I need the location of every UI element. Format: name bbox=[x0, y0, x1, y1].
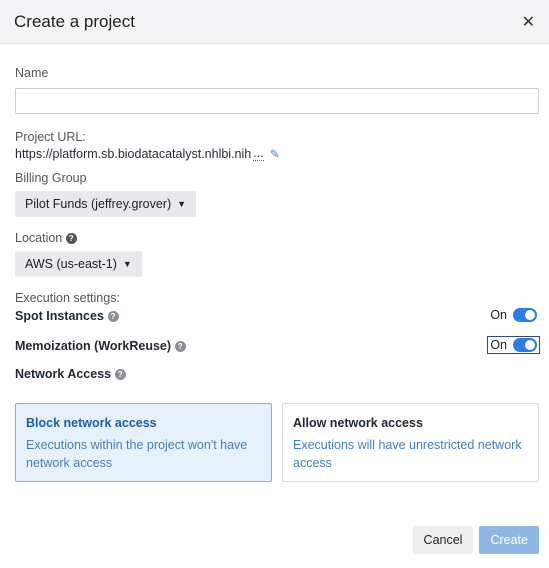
spot-toggle-state: On bbox=[490, 308, 507, 322]
location-value: AWS (us-east-1) bbox=[25, 257, 117, 271]
cancel-button[interactable]: Cancel bbox=[412, 526, 474, 554]
location-label-row: Location ? bbox=[15, 231, 539, 245]
execution-settings-label: Execution settings: bbox=[15, 291, 120, 305]
memoization-toggle[interactable]: On bbox=[487, 336, 540, 354]
allow-network-card[interactable]: Allow network access Executions will hav… bbox=[282, 403, 539, 482]
network-access-row: Network Access ? bbox=[15, 363, 539, 383]
project-url-value: https://platform.sb.biodatacatalyst.nhlb… bbox=[15, 146, 252, 161]
memo-toggle-state: On bbox=[490, 338, 507, 352]
create-button[interactable]: Create bbox=[479, 526, 539, 554]
memoization-row: Memoization (WorkReuse) ? On bbox=[15, 335, 540, 355]
caret-down-icon: ▼ bbox=[122, 259, 132, 269]
caret-down-icon: ▼ bbox=[177, 199, 187, 209]
modal-title: Create a project bbox=[14, 11, 135, 31]
card-title: Block network access bbox=[26, 416, 157, 430]
modal-footer: Cancel Create bbox=[412, 526, 539, 554]
help-icon[interactable]: ? bbox=[65, 233, 77, 245]
modal-header: Create a project ✕ bbox=[0, 0, 549, 44]
toggle-switch-icon bbox=[513, 308, 537, 322]
name-label: Name bbox=[15, 66, 49, 80]
toggle-switch-icon bbox=[513, 338, 537, 352]
pencil-icon[interactable]: ✎ bbox=[270, 147, 280, 161]
network-options: Block network access Executions within t… bbox=[15, 403, 539, 482]
spot-instances-label: Spot Instances bbox=[15, 308, 104, 323]
spot-instances-toggle[interactable]: On bbox=[488, 307, 539, 323]
help-icon[interactable]: ? bbox=[114, 368, 126, 380]
network-access-label: Network Access bbox=[15, 366, 112, 381]
spot-instances-row: Spot Instances ? On bbox=[15, 305, 539, 325]
modal-body: Name Project URL: https://platform.sb.bi… bbox=[0, 44, 549, 568]
project-url-ellipsis: ... bbox=[253, 146, 264, 161]
close-icon[interactable]: ✕ bbox=[522, 12, 535, 32]
billing-group-select[interactable]: Pilot Funds (jeffrey.grover) ▼ bbox=[15, 191, 197, 217]
location-label: Location bbox=[15, 231, 63, 245]
billing-group-label: Billing Group bbox=[15, 171, 87, 185]
name-input[interactable] bbox=[15, 88, 539, 114]
project-url-label: Project URL: bbox=[15, 130, 86, 144]
create-project-modal: Create a project ✕ Name Project URL: htt… bbox=[0, 0, 549, 568]
card-description: Executions within the project won't have… bbox=[26, 438, 248, 470]
help-icon[interactable]: ? bbox=[174, 340, 186, 352]
help-icon[interactable]: ? bbox=[107, 310, 119, 322]
card-title: Allow network access bbox=[293, 416, 423, 430]
location-select[interactable]: AWS (us-east-1) ▼ bbox=[15, 251, 142, 277]
memoization-label: Memoization (WorkReuse) bbox=[15, 338, 172, 353]
card-description: Executions will have unrestricted networ… bbox=[293, 438, 522, 470]
block-network-card[interactable]: Block network access Executions within t… bbox=[15, 403, 272, 482]
billing-group-value: Pilot Funds (jeffrey.grover) bbox=[25, 197, 172, 211]
